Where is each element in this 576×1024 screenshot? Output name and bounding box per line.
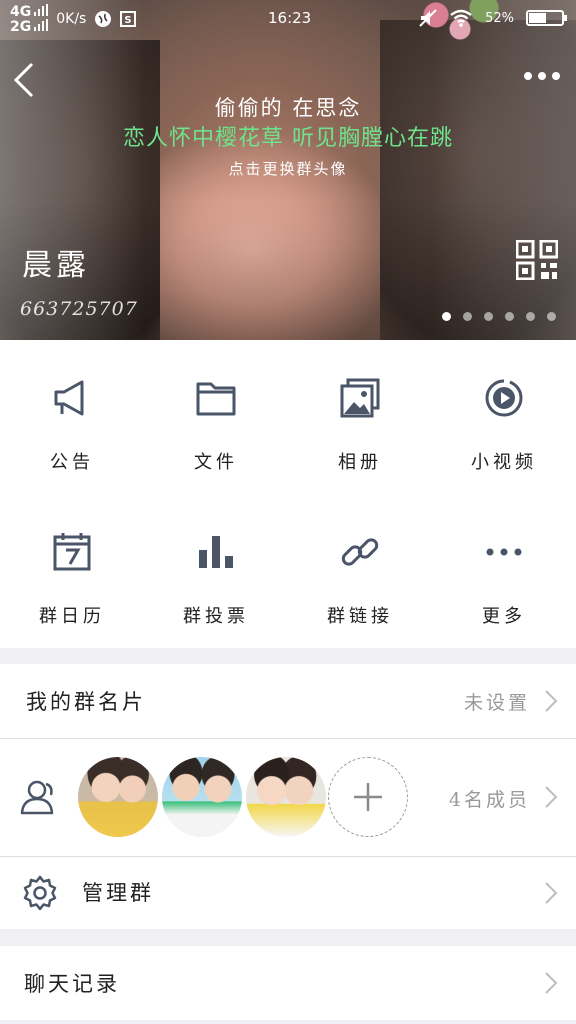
chevron-right-icon: [545, 882, 558, 904]
bar-chart-icon: [199, 536, 233, 568]
chevron-right-icon: [545, 690, 558, 712]
group-calendar-button[interactable]: 群日历: [0, 494, 144, 648]
album-button[interactable]: 相册: [288, 340, 432, 494]
status-bar: 4G 2G 0K/s S 16:23 52%: [0, 0, 576, 38]
action-label: 文件: [194, 452, 238, 473]
megaphone-icon: [54, 380, 84, 416]
group-actions-grid: 公告 文件 相册 小视频 群日历 群投票 群链接 更多: [0, 340, 576, 648]
battery-percent: 52%: [485, 10, 514, 26]
plus-icon: [354, 783, 382, 811]
group-link-button[interactable]: 群链接: [288, 494, 432, 648]
vpn-globe-icon: [95, 11, 112, 27]
manage-group-label: 管理群: [82, 881, 154, 905]
announcement-button[interactable]: 公告: [0, 340, 144, 494]
group-id: 663725707: [20, 298, 138, 320]
more-dots-icon: [486, 548, 522, 556]
member-avatar[interactable]: [162, 757, 242, 837]
group-name: 晨露: [22, 248, 90, 283]
calendar-icon: [53, 533, 91, 571]
wifi-icon: [450, 9, 472, 27]
page-dot: [463, 312, 472, 321]
banner-caption-line1: 偷偷的 在思念: [214, 96, 362, 120]
member-avatar[interactable]: [246, 757, 326, 837]
action-label: 群投票: [183, 606, 249, 627]
battery-icon: [526, 10, 567, 26]
banner-caption-line2: 恋人怀中樱花草 听见胸膛心在跳: [123, 126, 453, 151]
page-dot: [484, 312, 493, 321]
page-dot: [505, 312, 514, 321]
action-label: 小视频: [471, 452, 537, 473]
gear-icon: [23, 875, 57, 911]
chat-history-label: 聊天记录: [24, 972, 120, 996]
add-member-button[interactable]: [328, 757, 408, 837]
my-group-card-label: 我的群名片: [26, 690, 146, 714]
member-avatar[interactable]: [78, 757, 158, 837]
qr-code-icon[interactable]: [516, 240, 558, 280]
change-avatar-hint[interactable]: 点击更换群头像: [0, 158, 576, 179]
album-icon: [340, 378, 380, 418]
chat-history-row[interactable]: 聊天记录: [0, 946, 576, 1020]
action-label: 群链接: [327, 606, 393, 627]
video-play-icon: [485, 379, 523, 417]
files-button[interactable]: 文件: [144, 340, 288, 494]
action-label: 公告: [50, 452, 94, 473]
page-dot: [442, 312, 451, 321]
more-options-icon[interactable]: [524, 72, 560, 80]
network-bottom-label: 2G: [10, 19, 32, 35]
more-actions-button[interactable]: 更多: [432, 494, 576, 648]
folder-icon: [196, 382, 236, 416]
my-group-card-value: 未设置: [463, 692, 530, 714]
group-members-row[interactable]: 4名成员: [0, 739, 576, 856]
group-vote-button[interactable]: 群投票: [144, 494, 288, 648]
group-header-banner[interactable]: 4G 2G 0K/s S 16:23 52% 偷偷的 在思念 恋人怀中樱花草 听…: [0, 0, 576, 340]
network-top-label: 4G: [10, 4, 32, 20]
chevron-right-icon: [545, 972, 558, 994]
member-count: 4名成员: [448, 789, 530, 811]
svg-text:S: S: [125, 15, 132, 26]
my-group-card-row[interactable]: 我的群名片 未设置: [0, 664, 576, 738]
page-dot: [526, 312, 535, 321]
link-icon: [341, 538, 379, 566]
members-icon: [20, 780, 54, 815]
mute-icon: [419, 9, 437, 27]
chevron-right-icon: [545, 786, 558, 808]
network-indicator: 4G 2G: [10, 4, 49, 35]
manage-group-row[interactable]: 管理群: [0, 857, 576, 929]
app-notification-icon: S: [120, 11, 137, 27]
action-label: 群日历: [39, 606, 105, 627]
status-time: 16:23: [268, 9, 312, 27]
banner-page-indicator: [442, 312, 556, 321]
battery-level: [529, 13, 546, 23]
network-speed: 0K/s: [56, 11, 87, 27]
action-label: 相册: [338, 452, 382, 473]
action-label: 更多: [482, 606, 526, 627]
short-video-button[interactable]: 小视频: [432, 340, 576, 494]
page-dot: [547, 312, 556, 321]
